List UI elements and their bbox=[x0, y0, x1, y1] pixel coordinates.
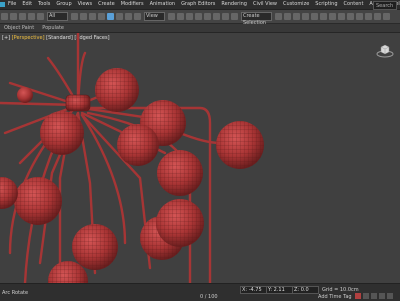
layer-explorer-icon[interactable] bbox=[293, 13, 300, 20]
named-selection-dropdown[interactable]: Create Selection Set bbox=[241, 12, 272, 33]
reference-coordinate-dropdown[interactable]: View bbox=[144, 12, 165, 21]
select-object-icon[interactable] bbox=[71, 13, 78, 20]
maximize-viewport-button[interactable] bbox=[387, 293, 393, 299]
menu-views[interactable]: Views bbox=[75, 0, 95, 9]
menu-content[interactable]: Content bbox=[341, 0, 367, 9]
ribbon-toggle-icon[interactable] bbox=[311, 13, 318, 20]
mirror-icon[interactable] bbox=[275, 13, 282, 20]
render-setup-icon[interactable] bbox=[347, 13, 354, 20]
viewcube-icon[interactable] bbox=[376, 43, 394, 61]
prompt-line: Arc Rotate bbox=[2, 290, 29, 296]
perspective-viewport[interactable]: [+] [Perspective] [Standard] [Edged Face… bbox=[0, 33, 400, 283]
tab-object-paint[interactable]: Object Paint bbox=[0, 24, 38, 32]
menu-customize[interactable]: Customize bbox=[280, 0, 312, 9]
selection-region-icon[interactable] bbox=[89, 13, 96, 20]
z-coordinate-field[interactable]: Z: 0.0 bbox=[292, 286, 319, 294]
menu-rendering[interactable]: Rendering bbox=[218, 0, 250, 9]
a360-gallery-icon[interactable] bbox=[383, 13, 390, 20]
y-coordinate-field[interactable]: Y: 2.11 bbox=[266, 286, 293, 294]
select-place-icon[interactable] bbox=[134, 13, 141, 20]
render-in-cloud-icon[interactable] bbox=[374, 13, 381, 20]
auto-key-button[interactable] bbox=[355, 293, 361, 299]
material-editor-icon[interactable] bbox=[338, 13, 345, 20]
grid-size-label: Grid = 10.0cm bbox=[322, 287, 359, 293]
zoom-extents-button[interactable] bbox=[379, 293, 385, 299]
select-by-name-icon[interactable] bbox=[80, 13, 87, 20]
curve-editor-icon[interactable] bbox=[320, 13, 327, 20]
align-icon[interactable] bbox=[284, 13, 291, 20]
link-icon[interactable] bbox=[19, 13, 26, 20]
rendered-frame-window-icon[interactable] bbox=[356, 13, 363, 20]
menu-graph-editors[interactable]: Graph Editors bbox=[178, 0, 218, 9]
menu-tools[interactable]: Tools bbox=[35, 0, 53, 9]
chandelier-spheres bbox=[0, 68, 264, 283]
select-manipulate-icon[interactable] bbox=[177, 13, 184, 20]
search-input[interactable]: Search bbox=[373, 1, 397, 10]
unlink-icon[interactable] bbox=[28, 13, 35, 20]
keyboard-shortcut-icon[interactable] bbox=[186, 13, 193, 20]
ribbon-bar: Object Paint Populate bbox=[0, 24, 400, 33]
chandelier-model bbox=[0, 33, 264, 283]
menu-create[interactable]: Create bbox=[95, 0, 118, 9]
render-production-icon[interactable] bbox=[365, 13, 372, 20]
menu-animation[interactable]: Animation bbox=[147, 0, 179, 9]
schematic-view-icon[interactable] bbox=[329, 13, 336, 20]
bind-space-warp-icon[interactable] bbox=[37, 13, 44, 20]
undo-icon[interactable] bbox=[1, 13, 8, 20]
spinner-snap-icon[interactable] bbox=[222, 13, 229, 20]
snaps-toggle-icon[interactable] bbox=[195, 13, 202, 20]
menu-modifiers[interactable]: Modifiers bbox=[118, 0, 147, 9]
menu-bar: File Edit Tools Group Views Create Modif… bbox=[0, 0, 400, 10]
menu-group[interactable]: Group bbox=[53, 0, 74, 9]
play-button[interactable] bbox=[363, 293, 369, 299]
frame-counter: 0 / 100 bbox=[200, 294, 218, 300]
x-coordinate-field[interactable]: X: -4.75 bbox=[240, 286, 267, 294]
window-crossing-icon[interactable] bbox=[98, 13, 105, 20]
redo-icon[interactable] bbox=[10, 13, 17, 20]
add-time-tag-button[interactable]: Add Time Tag bbox=[318, 294, 352, 300]
pivot-center-icon[interactable] bbox=[168, 13, 175, 20]
sphere bbox=[17, 87, 33, 103]
chandelier-hub bbox=[65, 94, 91, 112]
status-bar: Arc Rotate X: -4.75 Y: 2.11 Z: 0.0 Grid … bbox=[0, 283, 400, 301]
next-frame-button[interactable] bbox=[371, 293, 377, 299]
select-rotate-icon[interactable] bbox=[116, 13, 123, 20]
tab-populate[interactable]: Populate bbox=[38, 24, 68, 32]
menu-civil-view[interactable]: Civil View bbox=[250, 0, 280, 9]
select-move-icon[interactable] bbox=[107, 13, 114, 20]
menu-file[interactable]: File bbox=[5, 0, 19, 9]
select-scale-icon[interactable] bbox=[125, 13, 132, 20]
selection-filter-dropdown[interactable]: All bbox=[47, 12, 68, 21]
angle-snap-icon[interactable] bbox=[204, 13, 211, 20]
search-label: Search bbox=[376, 2, 394, 9]
percent-snap-icon[interactable] bbox=[213, 13, 220, 20]
menu-edit[interactable]: Edit bbox=[19, 0, 35, 9]
edit-named-selection-icon[interactable] bbox=[231, 13, 238, 20]
main-toolbar: All View Create Selection Set bbox=[0, 10, 400, 33]
menu-scripting[interactable]: Scripting bbox=[312, 0, 340, 9]
layer-manager-icon[interactable] bbox=[302, 13, 309, 20]
